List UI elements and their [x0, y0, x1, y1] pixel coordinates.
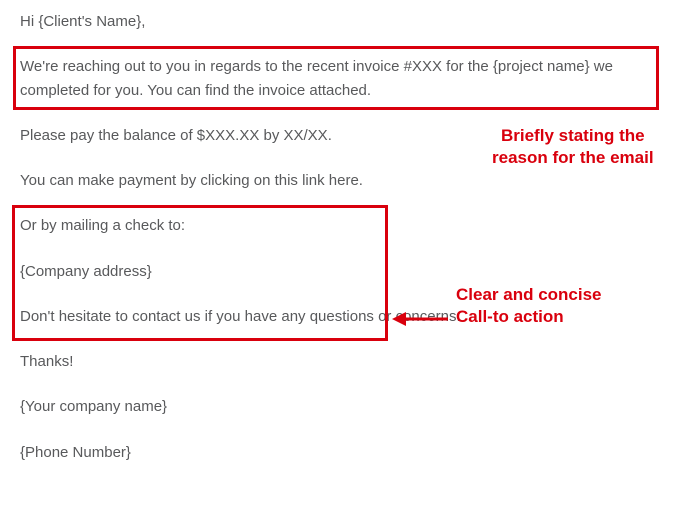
thanks-paragraph: Thanks!	[20, 350, 656, 373]
mail-check-paragraph: Or by mailing a check to:	[20, 214, 656, 237]
phone-paragraph: {Phone Number}	[20, 441, 656, 464]
invoice-paragraph: We're reaching out to you in regards to …	[20, 55, 656, 102]
arrow-icon	[392, 309, 448, 329]
annotation-reason-line2: reason for the email	[492, 148, 654, 167]
greeting: Hi {Client's Name},	[20, 10, 656, 33]
company-address-paragraph: {Company address}	[20, 260, 656, 283]
payment-link-paragraph: You can make payment by clicking on this…	[20, 169, 656, 192]
annotation-cta-line1: Clear and concise	[456, 285, 602, 304]
annotation-reason-line1: Briefly stating the	[501, 126, 645, 145]
email-body: Hi {Client's Name}, We're reaching out t…	[20, 10, 656, 486]
company-name-paragraph: {Your company name}	[20, 395, 656, 418]
annotation-cta-line2: Call-to action	[456, 307, 564, 326]
annotation-cta: Clear and concise Call-to action	[456, 284, 602, 328]
annotation-reason: Briefly stating the reason for the email	[492, 125, 654, 169]
